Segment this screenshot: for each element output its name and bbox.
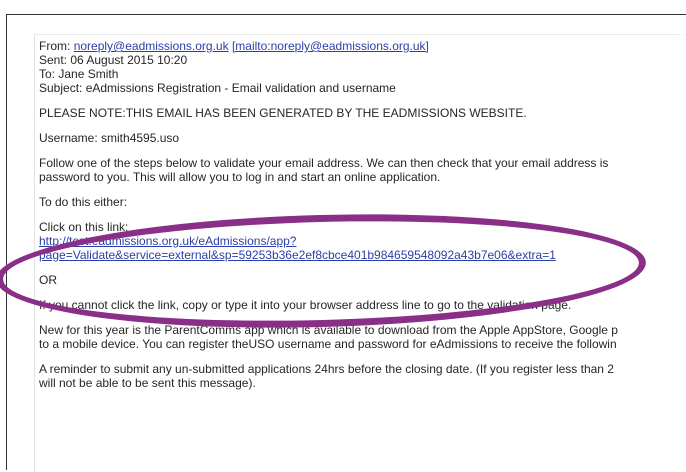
email-reminder-line-1: A reminder to submit any un-submitted ap… [39, 362, 614, 376]
email-sent-line: Sent: 06 August 2015 10:20 [39, 53, 188, 67]
email-or-separator: OR [39, 273, 57, 287]
validation-link-line-1[interactable]: http://test.eadmissions.org.uk/eAdmissio… [39, 234, 686, 248]
frame-border-left [6, 14, 7, 470]
email-to-line: To: Jane Smith [39, 67, 119, 81]
email-subject-line: Subject: eAdmissions Registration - Emai… [39, 81, 396, 95]
email-instructions-line-2: password to you. This will allow you to … [39, 170, 441, 184]
email-instructions-line-1: Follow one of the steps below to validat… [39, 156, 609, 170]
email-notice: PLEASE NOTE:THIS EMAIL HAS BEEN GENERATE… [39, 106, 527, 120]
right-edge-fade [676, 34, 686, 470]
from-mailto-link[interactable]: [mailto:noreply@eadmissions.org.uk] [232, 39, 429, 53]
email-username: Username: smith4595.uso [39, 131, 180, 145]
email-to-do-this: To do this either: [39, 195, 128, 209]
email-parentcomms-line-2: to a mobile device. You can register the… [39, 337, 617, 351]
from-label: From: [39, 39, 71, 53]
email-from-line: From: noreply@eadmissions.org.uk [mailto… [39, 39, 686, 53]
email-reminder-line-2: will not be able to be sent this message… [39, 376, 256, 390]
email-click-label: Click on this link: [39, 220, 129, 234]
from-address-link[interactable]: noreply@eadmissions.org.uk [74, 39, 229, 53]
frame-border-top [6, 14, 686, 15]
email-body: From: noreply@eadmissions.org.uk [mailto… [39, 39, 686, 390]
validation-link-line-2[interactable]: page=Validate&service=external&sp=59253b… [39, 248, 686, 262]
email-parentcomms-line-1: New for this year is the ParentComms app… [39, 323, 618, 337]
email-copy-instruction: If you cannot click the link, copy or ty… [39, 298, 572, 312]
email-message: From: noreply@eadmissions.org.uk [mailto… [34, 34, 686, 471]
